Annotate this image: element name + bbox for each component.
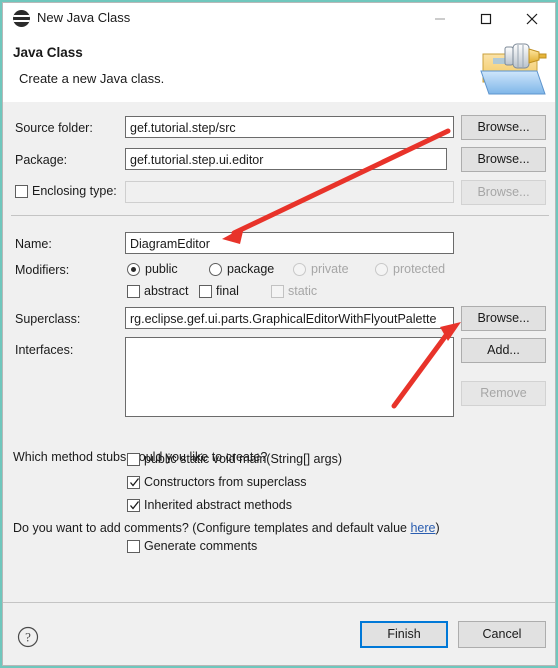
dialog-footer: ? Finish Cancel	[3, 602, 555, 665]
comments-question-suffix: )	[435, 521, 440, 535]
dialog-body: Source folder: gef.tutorial.step/src Bro…	[3, 103, 555, 603]
wizard-header: Java Class Create a new Java class.	[3, 35, 555, 135]
source-folder-browse-button[interactable]: Browse...	[461, 115, 546, 140]
modifier-label-private: private	[311, 262, 349, 276]
comments-question-prefix: Do you want to add comments? (Configure …	[13, 521, 411, 535]
package-label: Package:	[15, 153, 68, 167]
page-title: Java Class	[13, 45, 83, 60]
interfaces-add-button[interactable]: Add...	[461, 338, 546, 363]
modifier-checkbox-abstract[interactable]	[127, 285, 140, 298]
modifier-label-protected: protected	[393, 262, 446, 276]
enclosing-type-label: Enclosing type:	[32, 184, 117, 198]
superclass-label: Superclass:	[15, 312, 81, 326]
modifier-label-final: final	[216, 284, 239, 298]
section-separator-1	[11, 215, 549, 216]
generate-comments-label: Generate comments	[144, 539, 258, 553]
generate-comments-checkbox[interactable]	[127, 540, 140, 553]
modifier-radio-private	[293, 263, 306, 276]
superclass-input[interactable]: rg.eclipse.gef.ui.parts.GraphicalEditorW…	[125, 307, 454, 329]
stub-label-main: public static void main(String[] args)	[144, 452, 342, 466]
help-icon[interactable]: ?	[17, 626, 39, 648]
title-bar: New Java Class	[3, 3, 555, 35]
modifier-radio-public[interactable]	[127, 263, 140, 276]
cancel-button[interactable]: Cancel	[458, 621, 546, 648]
svg-text:?: ?	[25, 630, 31, 645]
stub-label-inherited: Inherited abstract methods	[144, 498, 292, 512]
stub-checkbox-inherited[interactable]	[127, 499, 140, 512]
maximize-button[interactable]	[463, 3, 509, 35]
comments-question: Do you want to add comments? (Configure …	[13, 521, 440, 535]
stub-checkbox-constructors[interactable]	[127, 476, 140, 489]
interfaces-label: Interfaces:	[15, 343, 74, 357]
package-input[interactable]: gef.tutorial.step.ui.editor	[125, 148, 447, 170]
source-folder-label: Source folder:	[15, 121, 93, 135]
modifier-radio-package[interactable]	[209, 263, 222, 276]
modifier-label-abstract: abstract	[144, 284, 189, 298]
modifier-checkbox-final[interactable]	[199, 285, 212, 298]
stub-checkbox-main[interactable]	[127, 453, 140, 466]
package-browse-button[interactable]: Browse...	[461, 147, 546, 172]
name-label: Name:	[15, 237, 52, 251]
modifiers-label: Modifiers:	[15, 263, 70, 277]
modifier-label-public: public	[145, 262, 178, 276]
interfaces-remove-button: Remove	[461, 381, 546, 406]
interfaces-listbox[interactable]	[125, 337, 454, 417]
enclosing-type-checkbox[interactable]	[15, 185, 28, 198]
stub-label-constructors: Constructors from superclass	[144, 475, 307, 489]
close-button[interactable]	[509, 3, 555, 35]
source-folder-input[interactable]: gef.tutorial.step/src	[125, 116, 454, 138]
superclass-browse-button[interactable]: Browse...	[461, 306, 546, 331]
modifier-radio-protected	[375, 263, 388, 276]
configure-templates-link[interactable]: here	[410, 521, 435, 535]
java-class-icon	[13, 10, 30, 27]
new-java-class-wizard-banner	[480, 43, 547, 95]
enclosing-type-browse-button: Browse...	[461, 180, 546, 205]
modifier-label-static: static	[288, 284, 318, 298]
finish-button[interactable]: Finish	[360, 621, 448, 648]
minimize-button[interactable]	[417, 3, 463, 35]
page-subtitle: Create a new Java class.	[19, 71, 165, 86]
modifier-checkbox-static	[271, 285, 284, 298]
name-input[interactable]: DiagramEditor	[125, 232, 454, 254]
window-title: New Java Class	[37, 10, 131, 25]
new-java-class-dialog: New Java Class Java Class Create a new J…	[2, 2, 556, 666]
enclosing-type-input	[125, 181, 454, 203]
modifier-label-package: package	[227, 262, 275, 276]
